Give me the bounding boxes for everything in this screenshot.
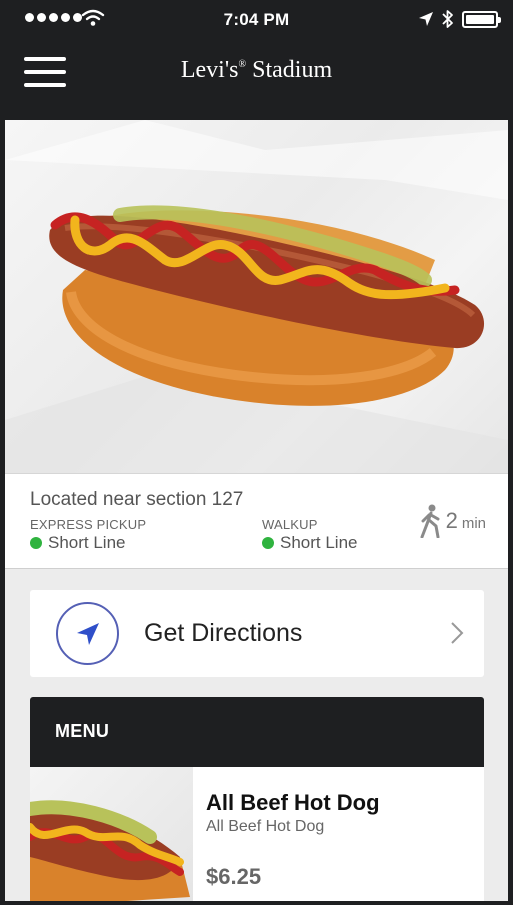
walk-time-unit: min	[461, 514, 486, 532]
phone-frame: 7:04 PM Levi's® Stadium Located near sec…	[0, 0, 513, 905]
chevron-right-icon	[451, 622, 464, 644]
venue-info-panel: Located near section 127 EXPRESS PICKUP …	[5, 473, 508, 569]
nav-bar: Levi's® Stadium	[5, 40, 508, 120]
walking-person-icon	[420, 504, 440, 538]
walk-time: 2 min	[418, 504, 486, 538]
navigation-arrow-icon	[56, 602, 119, 665]
menu-header-label: MENU	[55, 721, 110, 741]
walkup-value: Short Line	[262, 533, 358, 553]
status-right	[418, 9, 501, 29]
menu-item-description: All Beef Hot Dog	[206, 818, 325, 835]
menu-item[interactable]: All Beef Hot Dog All Beef Hot Dog $6.25	[30, 767, 484, 901]
menu-item-price: $6.25	[206, 864, 262, 889]
walkup-status-text: Short Line	[280, 533, 358, 552]
status-bar: 7:04 PM	[5, 0, 508, 40]
app-screen: 7:04 PM Levi's® Stadium Located near sec…	[5, 0, 508, 901]
express-pickup-value: Short Line	[30, 533, 146, 553]
walk-time-value: 2	[445, 508, 458, 533]
bluetooth-icon	[442, 10, 453, 28]
hot-dog-hero-image	[5, 120, 508, 473]
walkup-status: WALKUP Short Line	[262, 517, 358, 553]
walkup-label: WALKUP	[262, 517, 318, 532]
express-pickup-label: EXPRESS PICKUP	[30, 517, 147, 532]
get-directions-label: Get Directions	[144, 619, 303, 647]
menu-item-thumbnail	[30, 767, 193, 901]
title-text: Levi's	[180, 57, 239, 83]
status-dot-icon	[30, 537, 42, 549]
status-dot-icon	[262, 537, 274, 549]
express-pickup-status: EXPRESS PICKUP Short Line	[30, 517, 146, 553]
get-directions-button[interactable]: Get Directions	[30, 590, 484, 677]
menu-section-header: MENU	[30, 697, 484, 767]
title-suffix: Stadium	[246, 57, 333, 83]
menu-item-name: All Beef Hot Dog	[206, 790, 380, 815]
location-arrow-icon	[419, 12, 433, 26]
location-text: Located near section 127	[30, 489, 244, 510]
battery-icon	[462, 10, 501, 28]
registered-mark: ®	[238, 59, 247, 70]
express-status-text: Short Line	[48, 533, 126, 552]
page-title: Levi's® Stadium	[5, 57, 508, 84]
